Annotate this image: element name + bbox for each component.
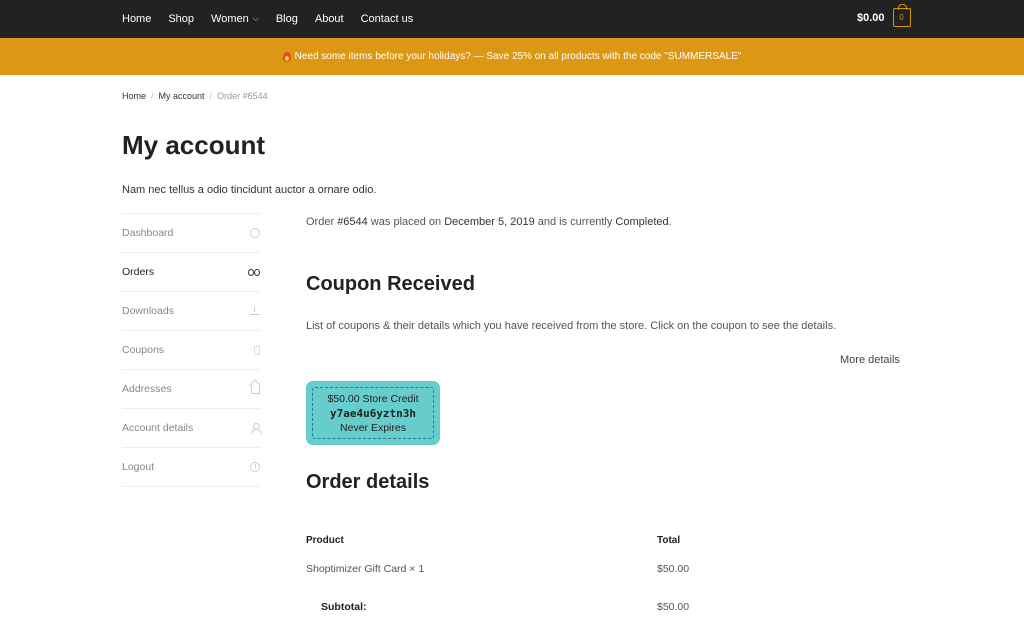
nav-about-label: About: [314, 13, 344, 25]
sidebar-item-label: Orders: [122, 266, 155, 278]
sidebar-item-addresses[interactable]: Addresses: [122, 370, 261, 409]
glasses-icon: [248, 268, 260, 276]
sidebar-item-label: Downloads: [122, 305, 174, 317]
download-icon: [250, 307, 260, 315]
home-icon: [251, 384, 260, 394]
nav-blog[interactable]: Blog: [276, 13, 298, 25]
cart-button[interactable]: $0.00 0: [857, 4, 911, 27]
breadcrumb-separator: /: [209, 91, 213, 101]
nav-women[interactable]: Women ⌵: [211, 13, 259, 25]
order-details-heading: Order details: [306, 471, 430, 493]
breadcrumb-current: Order #6544: [217, 91, 268, 101]
coupon-received-heading: Coupon Received: [306, 273, 475, 295]
coupon-code: y7ae4u6yztn3h: [329, 406, 417, 420]
power-icon: [250, 462, 260, 472]
nav-contact-us[interactable]: Contact us: [361, 13, 414, 25]
dashboard-icon: [250, 228, 260, 238]
sidebar-item-downloads[interactable]: Downloads: [122, 292, 261, 331]
page-title: My account: [122, 130, 266, 160]
nav-contact-us-label: Contact us: [360, 13, 414, 25]
sidebar-item-label: Addresses: [122, 383, 172, 395]
sidebar-item-label: Logout: [122, 461, 155, 473]
order-text: and is currently: [534, 216, 616, 228]
coupon-amount: $50.00 Store Credit: [327, 392, 419, 405]
breadcrumb-separator: /: [151, 91, 154, 101]
promo-banner: Need some items before your holidays? — …: [0, 38, 1024, 75]
order-text: .: [668, 216, 672, 228]
more-details-link[interactable]: More details: [840, 354, 900, 366]
promo-text: Need some items before your holidays? — …: [294, 51, 742, 62]
sidebar-item-account-details[interactable]: Account details: [122, 409, 262, 448]
subtotal-label: Subtotal:: [321, 601, 367, 613]
order-date: December 5, 2019: [444, 216, 535, 228]
fire-icon: [282, 51, 291, 62]
sidebar-item-label: Coupons: [122, 344, 165, 356]
coupon-expiry: Never Expires: [340, 421, 406, 434]
column-header-total: Total: [657, 535, 681, 546]
breadcrumb-my-account[interactable]: My account: [159, 91, 205, 101]
nav-shop-label: Shop: [168, 13, 195, 25]
coupon-card[interactable]: $50.00 Store Credit y7ae4u6yztn3h Never …: [306, 381, 440, 445]
order-number: #6544: [337, 216, 368, 228]
chevron-down-icon: ⌵: [252, 14, 259, 23]
nav-home[interactable]: Home: [122, 13, 151, 25]
sidebar-item-label: Dashboard: [122, 227, 174, 239]
main-menu: Home Shop Women ⌵ Blog About Contact us: [122, 0, 430, 38]
order-prefix: Order: [306, 216, 338, 228]
order-item-name[interactable]: Shoptimizer Gift Card × 1: [306, 563, 424, 575]
page-intro: Nam nec tellus a odio tincidunt auctor a…: [122, 184, 377, 196]
order-item-total: $50.00: [657, 563, 690, 575]
coupon-icon: [254, 345, 260, 355]
order-status-line: Order #6544 was placed on December 5, 20…: [306, 216, 672, 228]
order-status: Completed: [615, 216, 669, 228]
nav-women-label: Women: [211, 13, 249, 25]
account-navigation: Dashboard Orders Downloads Coupons Addre…: [122, 213, 262, 487]
sidebar-item-logout[interactable]: Logout: [122, 448, 261, 487]
top-navigation-bar: Home Shop Women ⌵ Blog About Contact us $…: [0, 0, 1024, 38]
user-icon: [251, 423, 262, 434]
breadcrumb-home[interactable]: Home: [122, 91, 146, 101]
nav-blog-label: Blog: [275, 13, 298, 25]
nav-about[interactable]: About: [315, 13, 344, 25]
column-header-product: Product: [306, 535, 344, 546]
sidebar-item-orders[interactable]: Orders: [122, 253, 261, 292]
sidebar-item-label: Account details: [122, 422, 194, 434]
sidebar-item-coupons[interactable]: Coupons: [122, 331, 261, 370]
cart-total: $0.00: [857, 11, 885, 24]
coupon-description: List of coupons & their details which yo…: [306, 320, 837, 332]
order-text: was placed on: [367, 216, 445, 228]
shopping-bag-icon: 0: [892, 4, 911, 27]
cart-count: 0: [899, 13, 904, 22]
coupon-card-inner: $50.00 Store Credit y7ae4u6yztn3h Never …: [312, 387, 434, 439]
breadcrumb: Home / My account / Order #6544: [122, 91, 268, 101]
nav-shop[interactable]: Shop: [168, 13, 194, 25]
sidebar-item-dashboard[interactable]: Dashboard: [122, 214, 261, 253]
nav-home-label: Home: [122, 13, 152, 25]
subtotal-value: $50.00: [657, 601, 690, 613]
